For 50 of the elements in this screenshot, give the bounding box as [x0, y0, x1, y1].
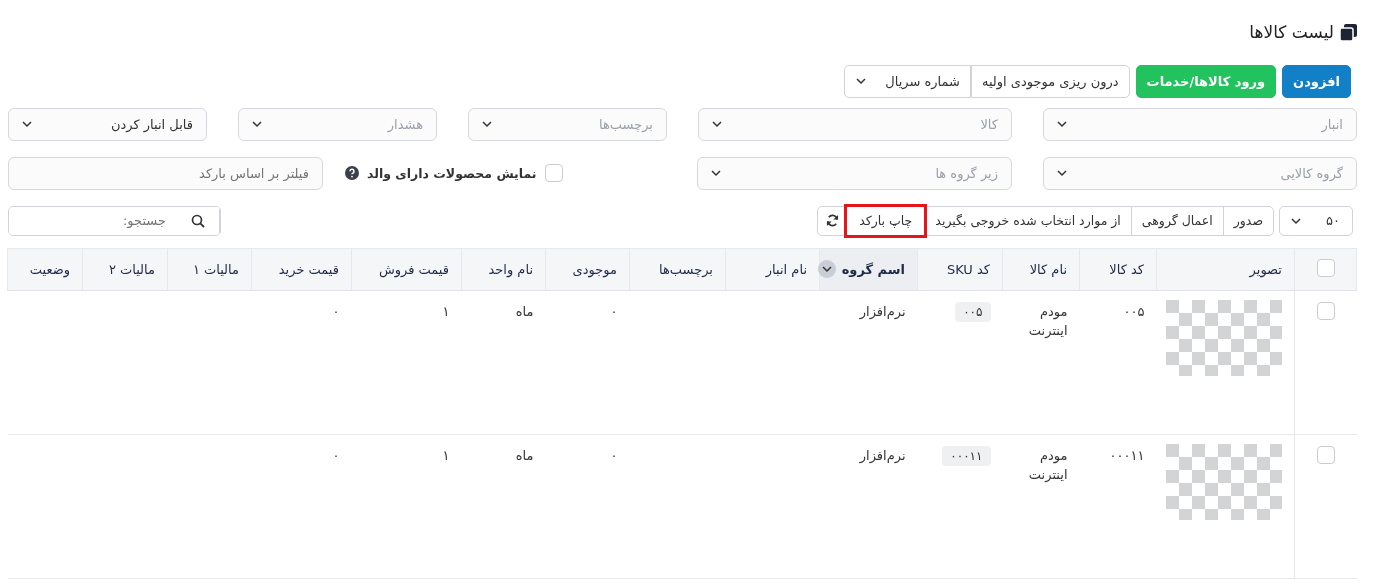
checkbox[interactable] [1316, 301, 1335, 320]
action-button[interactable]: افزودن [1282, 64, 1351, 98]
barcode-filter-field[interactable]: فیلتر بر اساس بارکد [8, 156, 323, 190]
action-button[interactable]: درون ریزی موجودی اولیه [970, 64, 1130, 98]
sku-badge: ۰۰۵ [955, 301, 991, 322]
chevron-down-icon [481, 120, 493, 128]
chevron-down-icon [855, 77, 868, 85]
sku-badge: ۰۰۰۱۱ [942, 445, 991, 466]
column-header[interactable]: نام انبار [765, 261, 807, 277]
table-cell: ماه [515, 303, 534, 319]
help-icon [345, 166, 359, 180]
table-cell: ماه [515, 447, 534, 463]
table-cell: ۱ [442, 303, 450, 319]
checkbox[interactable] [1316, 445, 1335, 464]
chevron-down-icon [251, 120, 263, 128]
chevron-down-icon [711, 120, 723, 128]
checkbox[interactable] [1316, 258, 1335, 277]
column-header[interactable]: کد کالا [1109, 261, 1144, 277]
table-cell: مودم اینترنت [1028, 447, 1068, 482]
page-title: لیست کالاها [1249, 22, 1334, 42]
search-icon [190, 213, 205, 228]
table-cell: مودم اینترنت [1028, 303, 1068, 338]
table-cell: نرم‌افزار [859, 447, 906, 463]
table-cell: ۰۰۵ [1123, 303, 1145, 319]
checkbox[interactable] [544, 164, 563, 182]
toolbar-button[interactable]: صدور [1222, 206, 1273, 235]
refresh-icon [826, 214, 840, 227]
table-cell: نرم‌افزار [859, 303, 906, 319]
column-header[interactable]: نام کالا [1029, 261, 1067, 277]
page-size-select[interactable]: ۵۰ [1279, 205, 1353, 236]
table-cell: ۰ [610, 447, 618, 463]
chevron-down-icon [1056, 169, 1068, 177]
chevron-down-icon [820, 265, 833, 273]
table-cell: ۰ [610, 303, 618, 319]
search-field[interactable]: جستجو: [8, 205, 221, 236]
table-cell: ۰۰۰۱۱ [1109, 447, 1145, 463]
column-header[interactable]: کد SKU [946, 261, 990, 277]
column-header[interactable]: تصویر [1249, 261, 1282, 277]
chevron-down-icon [710, 169, 722, 177]
select-field[interactable]: قابل انبار کردن [8, 107, 207, 141]
toolbar-button[interactable]: چاپ بارکد [847, 206, 925, 235]
chevron-down-icon [21, 120, 33, 128]
table-cell: ۱ [442, 447, 450, 463]
chevron-down-icon [1056, 120, 1068, 128]
table-cell: ۰ [332, 447, 340, 463]
table-cell: ۰ [332, 303, 340, 319]
copy-icon [1340, 23, 1357, 41]
chevron-down-icon [1290, 216, 1302, 225]
serial-number-dropdown[interactable]: شماره سریال [844, 64, 971, 98]
checkbox-label: نمایش محصولات دارای والد [367, 165, 537, 181]
